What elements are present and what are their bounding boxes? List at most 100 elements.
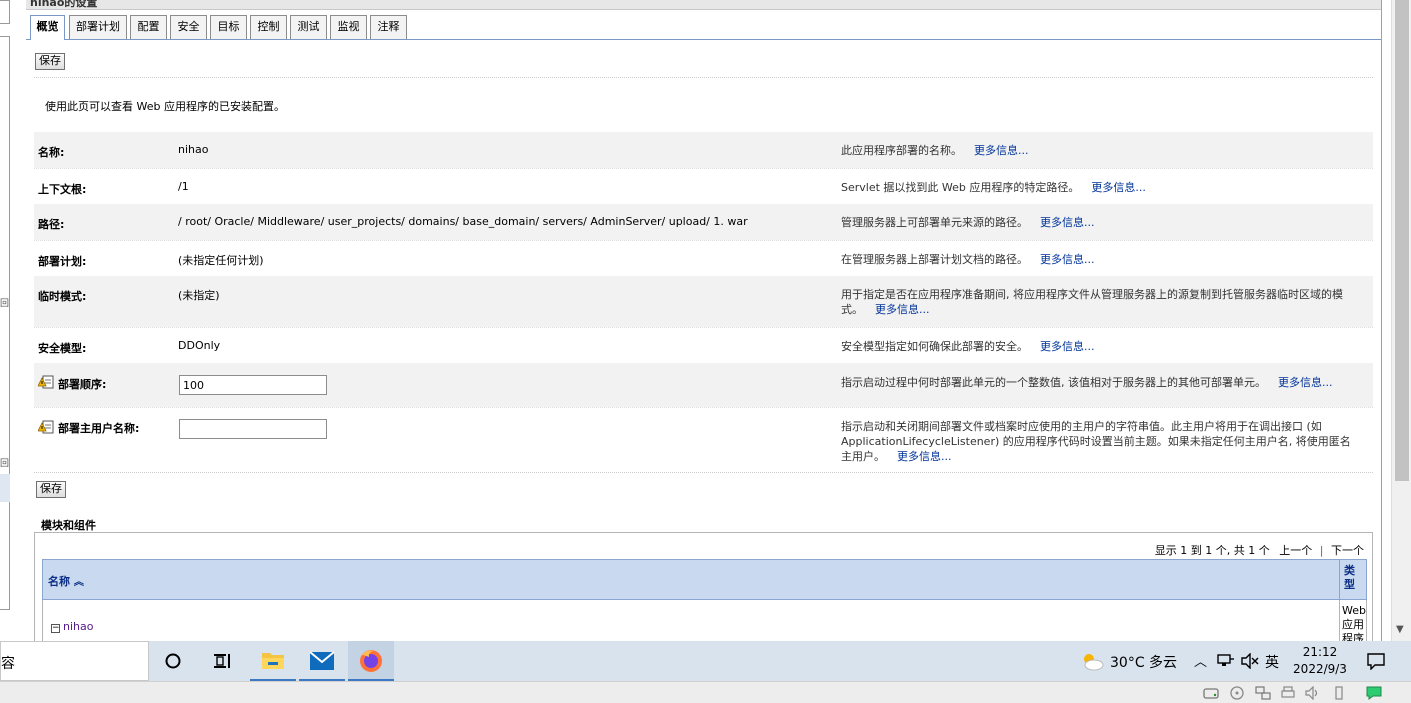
weather-cloud-sun-icon[interactable] <box>1080 651 1104 671</box>
collapse-toggle-icon[interactable]: − <box>51 624 60 633</box>
scroll-down-arrow-icon[interactable]: ▼ <box>1396 624 1404 635</box>
cortana-button[interactable] <box>150 641 196 681</box>
field-value: (未指定) <box>178 289 220 302</box>
field-row-deployment-plan: 部署计划: (未指定任何计划) 在管理服务器上部署计划文档的路径。 更多信息... <box>34 240 1373 276</box>
mail-icon <box>309 651 335 670</box>
overview-content: 保存 使用此页可以查看 Web 应用程序的已安装配置。 名称: nihao 此应… <box>26 40 1381 641</box>
field-row-deployment-order: 部署顺序: 指示启动过程中何时部署此单元的一个整数值, 该值相对于服务器上的其他… <box>34 363 1373 407</box>
tab-testing[interactable]: 测试 <box>290 15 327 39</box>
column-header-type[interactable]: 类型 <box>1339 560 1367 599</box>
save-button-top[interactable]: 保存 <box>35 53 65 70</box>
search-text-fragment: 容 <box>1 656 15 672</box>
deployment-principal-input[interactable] <box>179 419 327 439</box>
field-value: DDOnly <box>178 339 221 352</box>
field-value: (未指定任何计划) <box>178 254 264 267</box>
intro-text: 使用此页可以查看 Web 应用程序的已安装配置。 <box>45 100 285 113</box>
config-change-icon <box>38 420 54 434</box>
more-info-link[interactable]: 更多信息... <box>1278 376 1333 389</box>
field-description: 用于指定是否在应用程序准备期间, 将应用程序文件从管理服务器上的源复制到托管服务… <box>841 288 1343 316</box>
pager-next-link[interactable]: 下一个 <box>1331 544 1364 557</box>
module-type-cell: Web应用程序 <box>1339 600 1367 641</box>
field-value: /1 <box>178 180 189 193</box>
tray-chevron-up-icon[interactable]: ︿ <box>1194 651 1207 670</box>
vm-printer-icon[interactable] <box>1280 686 1296 700</box>
vm-sound-icon[interactable] <box>1305 686 1321 700</box>
table-row: − nihao Web应用程序 <box>42 600 1367 641</box>
pager-info: 显示 1 到 1 个, 共 1 个 <box>1154 544 1270 557</box>
pager-prev-link[interactable]: 上一个 <box>1279 544 1312 557</box>
task-view-icon <box>214 654 230 668</box>
field-label: 部署计划: <box>38 255 87 268</box>
field-description: 指示启动过程中何时部署此单元的一个整数值, 该值相对于服务器上的其他可部署单元。… <box>841 376 1333 389</box>
field-label: 临时模式: <box>38 290 87 303</box>
vm-message-icon[interactable] <box>1366 686 1382 700</box>
field-label: 部署主用户名称: <box>58 422 140 435</box>
cortana-circle-icon <box>165 653 181 669</box>
scrollbar-thumb[interactable] <box>1395 0 1409 481</box>
tab-deployment-plan[interactable]: 部署计划 <box>69 15 127 39</box>
tab-monitoring[interactable]: 监视 <box>330 15 367 39</box>
vm-network-icon[interactable] <box>1255 686 1271 700</box>
field-row-security-model: 安全模型: DDOnly 安全模型指定如何确保此部署的安全。 更多信息... <box>34 327 1373 363</box>
more-info-link[interactable]: 更多信息... <box>974 144 1029 157</box>
vm-hdd-icon[interactable] <box>1203 686 1219 700</box>
left-panel-edge <box>0 36 10 610</box>
left-panel-edge <box>0 0 10 24</box>
more-info-link[interactable]: 更多信息... <box>1040 340 1095 353</box>
vm-optical-drive-icon[interactable] <box>1229 686 1245 700</box>
sort-ascending-icon: ︽ <box>73 577 84 588</box>
clock-date: 2022/9/3 <box>1293 662 1347 676</box>
firefox-icon <box>360 650 382 672</box>
save-button-bottom[interactable]: 保存 <box>36 481 66 498</box>
tab-notes[interactable]: 注释 <box>370 15 407 39</box>
deployment-order-input[interactable] <box>179 375 327 395</box>
field-description: Servlet 据以找到此 Web 应用程序的特定路径。 更多信息... <box>841 181 1146 194</box>
field-description: 此应用程序部署的名称。 更多信息... <box>841 144 1029 157</box>
taskbar-search-box[interactable]: 容 <box>0 641 149 681</box>
tab-control[interactable]: 控制 <box>250 15 287 39</box>
field-row-deployment-principal: 部署主用户名称: 指示启动和关闭期间部署文件或档案时应使用的主用户的字符串值。此… <box>34 407 1373 472</box>
mail-button[interactable] <box>299 641 345 681</box>
vm-usb-icon[interactable] <box>1331 686 1347 700</box>
divider <box>34 77 1373 78</box>
table-pager: 显示 1 到 1 个, 共 1 个 上一个 | 下一个 <box>1155 542 1364 558</box>
field-description: 安全模型指定如何确保此部署的安全。 更多信息... <box>841 340 1095 353</box>
module-name-link[interactable]: − nihao <box>51 620 93 633</box>
tab-security[interactable]: 安全 <box>170 15 207 39</box>
modules-table: 显示 1 到 1 个, 共 1 个 上一个 | 下一个 名称 ︽ 类型 − nih… <box>34 532 1373 641</box>
tab-targets[interactable]: 目标 <box>210 15 247 39</box>
more-info-link[interactable]: 更多信息... <box>1040 216 1095 229</box>
field-value: / root/ Oracle/ Middleware/ user_project… <box>178 215 748 228</box>
ime-indicator[interactable]: 英 <box>1265 652 1279 672</box>
divider <box>34 472 1373 473</box>
tab-bar: 概览 部署计划 配置 安全 目标 控制 测试 监视 注释 <box>26 10 1381 40</box>
browser-viewport: 回 回 nihao的设置 概览 部署计划 配置 安全 目标 控制 测试 监视 注… <box>0 0 1411 641</box>
windows-taskbar: 容 30°C 多云 ︿ 英 21:12 2022/9/3 <box>0 641 1411 681</box>
network-icon[interactable] <box>1217 653 1235 669</box>
modules-section-title: 模块和组件 <box>41 519 96 532</box>
field-description: 指示启动和关闭期间部署文件或档案时应使用的主用户的字符串值。此主用户将用于在调出… <box>841 420 1351 463</box>
file-explorer-button[interactable] <box>250 641 296 681</box>
tab-configuration[interactable]: 配置 <box>130 15 167 39</box>
more-info-link[interactable]: 更多信息... <box>1040 253 1095 266</box>
column-header-name[interactable]: 名称 ︽ <box>48 573 84 589</box>
volume-muted-icon[interactable] <box>1241 653 1259 669</box>
more-info-link[interactable]: 更多信息... <box>897 450 952 463</box>
more-info-link[interactable]: 更多信息... <box>875 303 930 316</box>
weather-text[interactable]: 30°C 多云 <box>1110 652 1177 672</box>
vertical-scrollbar[interactable]: ▼ <box>1391 0 1411 641</box>
firefox-button[interactable] <box>348 641 394 681</box>
vm-status-bar <box>0 681 1411 703</box>
left-panel-selection <box>0 474 10 502</box>
tab-overview[interactable]: 概览 <box>30 15 65 40</box>
pager-separator: | <box>1319 544 1324 557</box>
field-value: nihao <box>178 143 209 156</box>
left-panel-strip: 回 回 <box>0 0 22 641</box>
notification-center-icon[interactable] <box>1366 652 1386 670</box>
task-view-button[interactable] <box>199 641 245 681</box>
taskbar-clock[interactable]: 21:12 2022/9/3 <box>1289 644 1351 678</box>
field-label: 上下文根: <box>38 183 87 196</box>
more-info-link[interactable]: 更多信息... <box>1091 181 1146 194</box>
field-row-path: 路径: / root/ Oracle/ Middleware/ user_pro… <box>34 204 1373 240</box>
settings-title: nihao的设置 <box>30 0 98 9</box>
